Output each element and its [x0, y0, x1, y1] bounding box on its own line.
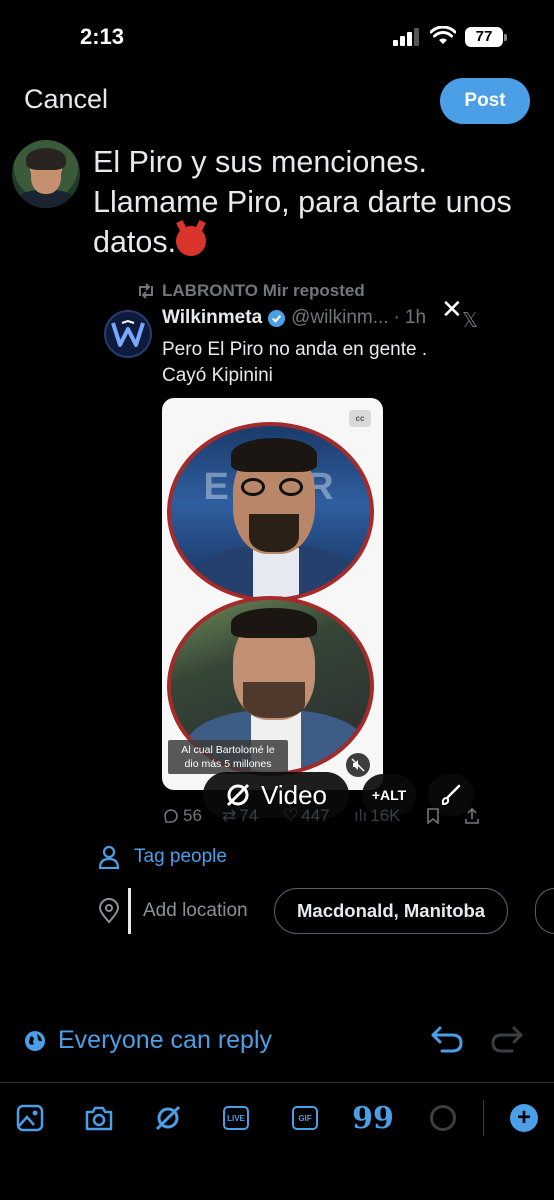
view-count: ılı 16K: [354, 806, 400, 826]
repost-label: LABRONTO Mir reposted: [162, 281, 365, 300]
heart-icon: ♡: [283, 806, 299, 825]
x-logo-icon: 𝕏: [462, 310, 479, 332]
quoted-video-thumbnail[interactable]: ES ER cc Al cual Bartolomé le dio más 5 …: [162, 398, 383, 790]
ogre-emoji-icon: [176, 226, 207, 256]
video-caption: Al cual Bartolomé le dio más 5 millones: [168, 740, 288, 774]
views-bar-icon: ılı: [354, 806, 368, 825]
repost-count: ⇄ 74: [222, 806, 258, 826]
live-button[interactable]: LIVE: [221, 1103, 251, 1133]
camera-icon: [85, 1106, 113, 1131]
share-icon: [465, 808, 479, 824]
quote-thread-button[interactable]: 99: [352, 1101, 394, 1136]
muted-icon: [346, 753, 370, 777]
tag-people-label: Tag people: [134, 846, 227, 867]
redo-icon[interactable]: [490, 1024, 524, 1054]
compose-line: Llamame Piro, para darte unos: [93, 185, 512, 219]
battery-indicator: 77: [465, 27, 507, 47]
media-gallery-button[interactable]: [15, 1103, 45, 1133]
repost-icon: [139, 283, 153, 299]
reply-settings-button[interactable]: Everyone can reply: [24, 1026, 272, 1055]
quoted-post-header: Wilkinmeta @wilkinm... · 1h: [162, 307, 426, 329]
location-pin-icon: [98, 898, 120, 924]
add-location-button[interactable]: Add location: [98, 886, 248, 936]
quoted-author-avatar[interactable]: [104, 310, 152, 358]
remove-quote-close-icon[interactable]: ✕: [441, 294, 463, 325]
like-count-value: 447: [301, 806, 330, 825]
gif-button[interactable]: GIF: [290, 1103, 320, 1133]
post-button[interactable]: Post: [440, 78, 530, 124]
compose-line: datos.: [93, 222, 543, 262]
view-count-value: 16K: [370, 806, 401, 825]
captions-badge: cc: [349, 410, 371, 427]
like-count: ♡ 447: [283, 806, 330, 826]
location-suggestion-chip-partial[interactable]: [535, 888, 554, 934]
image-icon: [16, 1104, 44, 1132]
quoted-post-time: 1h: [404, 307, 427, 328]
repost-count-value: 74: [239, 806, 259, 825]
character-count-ring: [430, 1105, 456, 1131]
quoted-author-handle: @wilkinm...: [291, 307, 389, 328]
undo-icon[interactable]: [430, 1024, 464, 1054]
toolbar-separator: [483, 1100, 484, 1136]
reply-count-value: 56: [183, 806, 202, 825]
live-icon: LIVE: [223, 1106, 249, 1130]
toolbar-divider: [0, 1082, 554, 1083]
repost-count-icon: ⇄: [222, 806, 237, 825]
reply-settings-label: Everyone can reply: [58, 1026, 273, 1054]
gif-icon: GIF: [292, 1106, 318, 1130]
globe-icon: [25, 1030, 45, 1051]
cellular-signal-icon: [393, 28, 421, 46]
cancel-button[interactable]: Cancel: [24, 84, 108, 115]
compose-textarea[interactable]: El Piro y sus menciones. Llamame Piro, p…: [93, 142, 543, 262]
add-location-label: Add location: [143, 900, 248, 921]
video-slash-icon: [226, 783, 250, 807]
separator-dot: ·: [393, 307, 400, 328]
cursor-divider: [128, 888, 131, 934]
quote-marks-icon: 99: [352, 1100, 394, 1136]
compose-line: El Piro y sus menciones.: [93, 145, 427, 179]
quoted-text-line: Pero El Piro no anda en gente .: [162, 339, 428, 360]
tag-people-button[interactable]: Tag people: [98, 845, 227, 869]
verified-badge-icon: [268, 309, 286, 327]
add-thread-button[interactable]: +: [510, 1104, 538, 1132]
quoted-post-text: Pero El Piro no anda en gente . Cayó Kip…: [162, 337, 462, 389]
camera-button[interactable]: [84, 1103, 114, 1133]
quoted-text-line: Cayó Kipinini: [162, 365, 273, 386]
compose-line-text: datos.: [93, 225, 177, 259]
top-portrait: ES ER: [167, 422, 374, 602]
grok-slash-icon: [155, 1105, 181, 1131]
user-avatar[interactable]: [12, 140, 80, 208]
reply-icon: [164, 809, 178, 823]
wilkinmeta-logo-icon: [111, 319, 145, 347]
status-time: 2:13: [80, 24, 125, 49]
repost-attribution: LABRONTO Mir reposted: [136, 281, 365, 301]
brush-icon: [441, 784, 461, 806]
grok-button[interactable]: [153, 1103, 183, 1133]
bookmark-icon: [427, 808, 439, 824]
location-suggestion-chip[interactable]: Macdonald, Manitoba: [274, 888, 509, 934]
person-icon: [98, 845, 120, 869]
reply-count: 56: [162, 806, 202, 826]
quoted-author-name: Wilkinmeta: [162, 307, 263, 328]
wifi-icon: [430, 26, 456, 44]
